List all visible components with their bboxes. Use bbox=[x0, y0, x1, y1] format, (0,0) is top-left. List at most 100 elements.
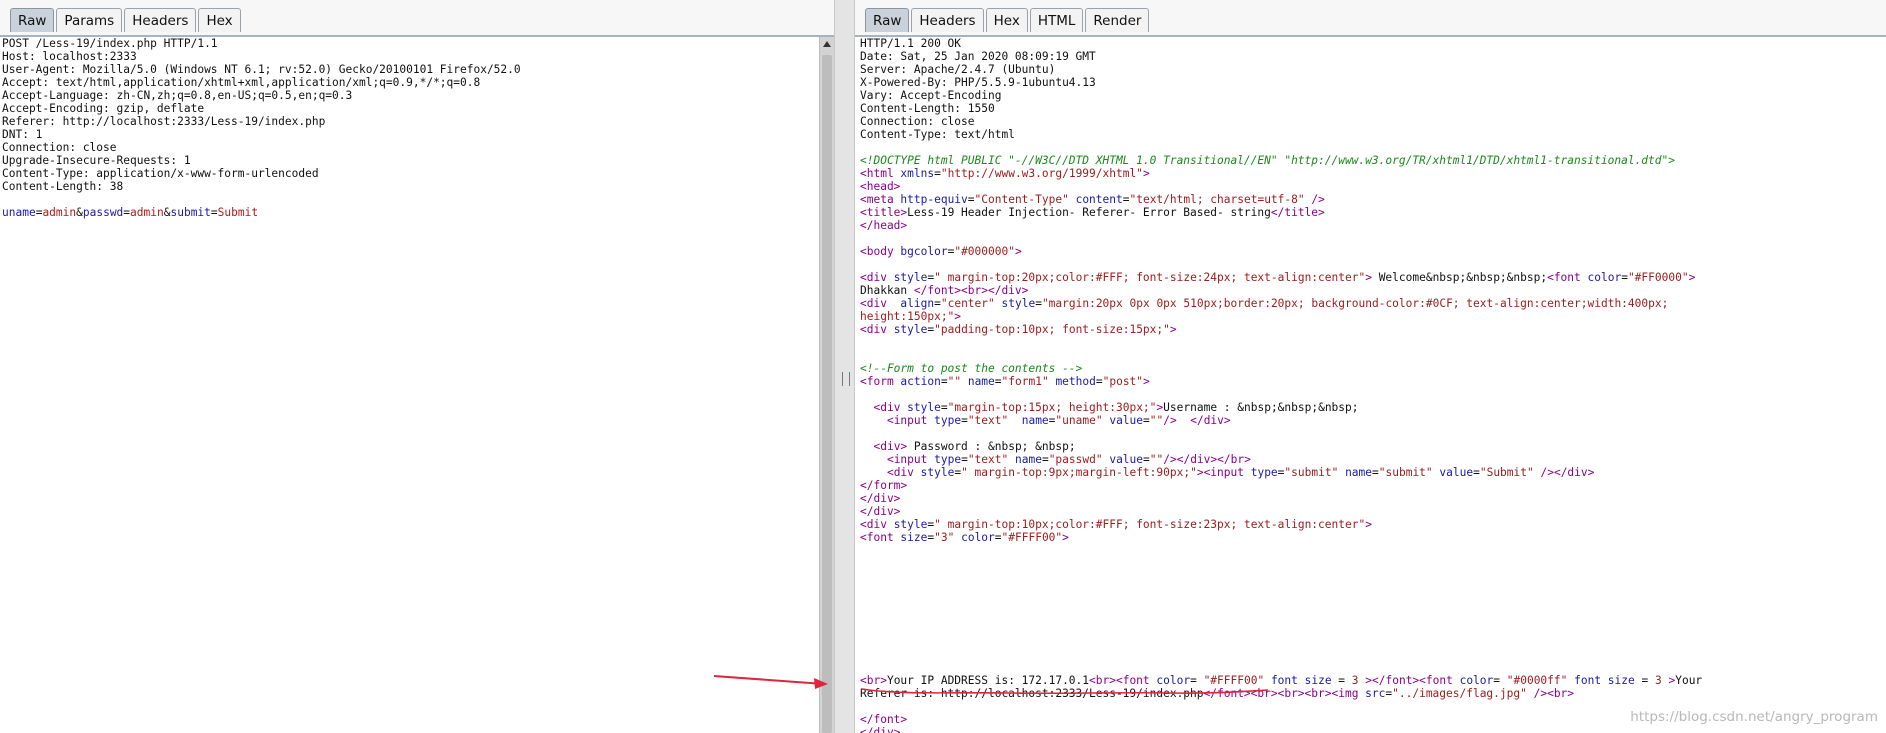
code-token: </font><br><br><br><img bbox=[1203, 687, 1366, 700]
code-token: style bbox=[1001, 297, 1036, 310]
code-token: <div bbox=[860, 518, 894, 531]
response-body-line: <div> Password : &nbsp; &nbsp; bbox=[860, 440, 1702, 453]
response-tab-render[interactable]: Render bbox=[1085, 8, 1150, 32]
code-token: Welcome&nbsp;&nbsp;&nbsp; bbox=[1371, 271, 1548, 284]
response-body-line: <div style="padding-top:10px; font-size:… bbox=[860, 323, 1702, 336]
code-token: action bbox=[900, 375, 941, 388]
code-token: <!--Form to post the contents --> bbox=[860, 362, 1083, 375]
param-separator: & bbox=[76, 206, 83, 219]
response-header-line: Content-Type: text/html bbox=[860, 128, 1015, 141]
code-token: </div> bbox=[860, 726, 901, 733]
param-value: admin bbox=[130, 206, 164, 219]
code-token: bgcolor bbox=[900, 245, 948, 258]
request-tab-raw[interactable]: Raw bbox=[10, 8, 55, 32]
code-token: = bbox=[1634, 674, 1655, 687]
code-token: "post" bbox=[1102, 375, 1144, 388]
scrollbar-thumb[interactable] bbox=[822, 55, 832, 733]
code-token: > bbox=[1143, 375, 1150, 388]
code-token: color bbox=[1459, 674, 1494, 687]
code-token: <div bbox=[860, 323, 894, 336]
request-tab-hex[interactable]: Hex bbox=[198, 8, 241, 32]
request-tab-headers[interactable]: Headers bbox=[124, 8, 197, 32]
code-token: = bbox=[1035, 297, 1042, 310]
code-token: <input bbox=[886, 414, 935, 427]
pane-splitter[interactable] bbox=[834, 0, 855, 733]
code-token: </head> bbox=[860, 219, 908, 232]
code-token: > bbox=[1142, 167, 1150, 180]
response-pane: Raw Headers Hex HTML Render HTTP/1.1 200 OK D… bbox=[855, 0, 1886, 733]
scroll-up-icon[interactable] bbox=[823, 41, 831, 47]
code-token: size bbox=[900, 531, 928, 544]
request-tabs: Raw Params Headers Hex bbox=[10, 8, 243, 32]
code-token: color bbox=[1587, 271, 1622, 284]
response-body-line: <div style = " margin-top:9px;margin-left:… bbox=[860, 466, 1702, 479]
response-body-line: <head> bbox=[860, 180, 1702, 193]
code-token: value bbox=[1439, 466, 1474, 479]
code-token: "#0000ff" bbox=[1506, 674, 1568, 687]
response-editor[interactable]: HTTP/1.1 200 OK Date: Sat, 25 Jan 2020 08… bbox=[860, 37, 1702, 733]
request-editor[interactable]: POST /Less-19/index.php HTTP/1.1 Host: lo… bbox=[2, 37, 521, 219]
response-body-line: </div> bbox=[860, 505, 1702, 518]
code-token: "submit" bbox=[1378, 466, 1433, 479]
code-token: "margin:20px 0px 0px 510px;border:20px; … bbox=[1041, 297, 1669, 310]
code-token: "form1" bbox=[1001, 375, 1049, 388]
code-token: " margin-top:9px;margin-left:90px;" bbox=[961, 466, 1197, 479]
code-token: "uname" bbox=[1055, 414, 1103, 427]
code-token: <title> bbox=[860, 206, 908, 219]
code-token: /> bbox=[1311, 193, 1325, 206]
response-tab-headers[interactable]: Headers bbox=[911, 8, 984, 32]
code-token: height:150px;" bbox=[860, 310, 955, 323]
response-header-line: Content-Length: 1550 bbox=[860, 102, 995, 115]
response-body-line: <input type="text" name="uname" value=""… bbox=[860, 414, 1702, 427]
code-token: name bbox=[1014, 453, 1042, 466]
code-token: align bbox=[900, 297, 935, 310]
response-body-line: <input type="text" name="passwd" value="… bbox=[860, 453, 1702, 466]
code-token: "../images/flag.jpg" bbox=[1392, 687, 1527, 700]
code-token: = bbox=[1095, 375, 1103, 388]
code-token: <meta bbox=[860, 193, 901, 206]
response-body-line: <div align="center" style="margin:20px 0… bbox=[860, 297, 1702, 310]
response-body-line: Referer is: http://localhost:2333/Less-1… bbox=[860, 687, 1702, 700]
code-token: = bbox=[994, 531, 1002, 544]
request-scrollbar[interactable] bbox=[819, 37, 834, 733]
code-token: method bbox=[1055, 375, 1096, 388]
request-header-line: Accept-Encoding: gzip, deflate bbox=[2, 102, 205, 115]
code-token: > bbox=[1062, 531, 1069, 544]
splitter-grip-icon[interactable] bbox=[842, 372, 850, 386]
code-token: "#000000" bbox=[954, 245, 1015, 258]
code-token: "Content-Type" bbox=[974, 193, 1069, 206]
request-body-line: uname=admin&passwd=admin&submit=Submit bbox=[2, 206, 521, 219]
response-body-line: <div style="margin-top:15px; height:30px… bbox=[860, 401, 1702, 414]
response-tab-html[interactable]: HTML bbox=[1029, 8, 1084, 32]
code-token: </div> bbox=[860, 505, 901, 518]
code-token: "text/html; charset=utf-8" bbox=[1129, 193, 1305, 206]
response-tab-raw[interactable]: Raw bbox=[865, 8, 910, 32]
response-body-line: </head> bbox=[860, 219, 1702, 232]
request-header-line: Accept: text/html,application/xhtml+xml,… bbox=[2, 76, 481, 89]
code-token: <body bbox=[860, 245, 901, 258]
code-token: = bbox=[934, 297, 941, 310]
code-token: = bbox=[961, 414, 968, 427]
response-body-line: <title>Less-19 Header Injection- Referer… bbox=[860, 206, 1702, 219]
code-token: <input bbox=[886, 453, 935, 466]
code-token: /></div> bbox=[1540, 466, 1595, 479]
response-tab-hex[interactable]: Hex bbox=[985, 8, 1028, 32]
code-token: Password : &nbsp; &nbsp; bbox=[907, 440, 1076, 453]
code-token: <font bbox=[1547, 271, 1588, 284]
code-token: = bbox=[994, 375, 1002, 388]
code-token: <div bbox=[860, 297, 901, 310]
code-token: 3 bbox=[1351, 674, 1359, 687]
code-token: /> bbox=[1163, 414, 1177, 427]
response-header-line: X-Powered-By: PHP/5.5.9-1ubuntu4.13 bbox=[860, 76, 1096, 89]
code-token: style bbox=[893, 323, 928, 336]
request-tab-params[interactable]: Params bbox=[56, 8, 123, 32]
